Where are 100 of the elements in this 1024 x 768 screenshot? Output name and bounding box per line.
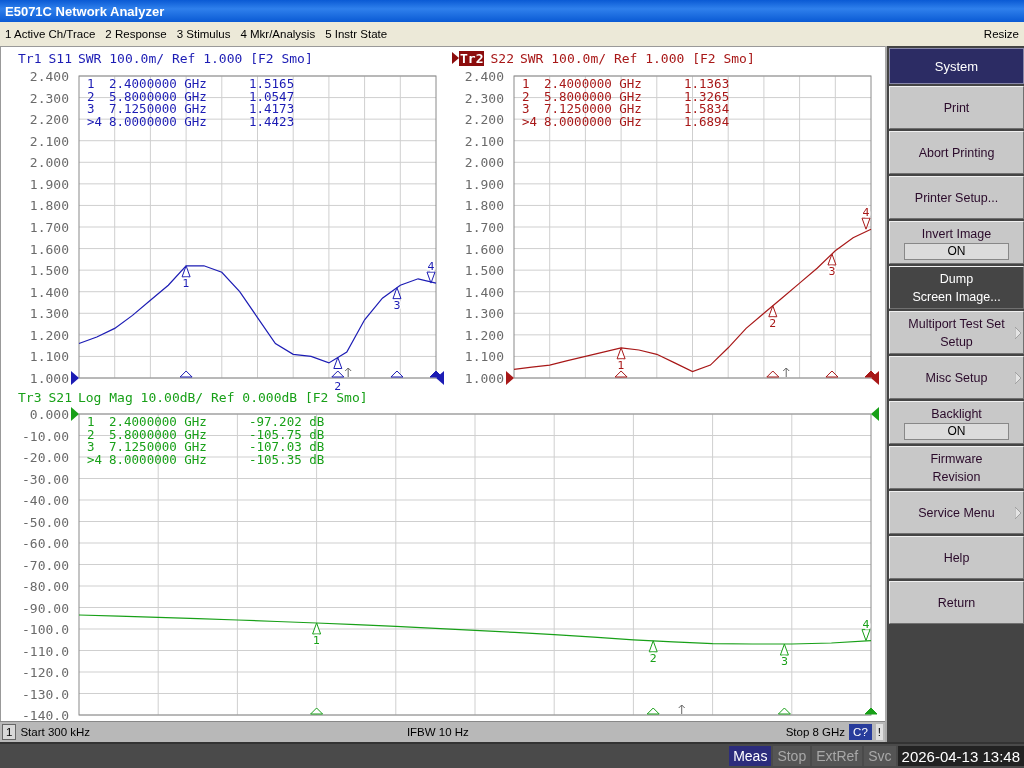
axis-tick-label: 1.100 [29, 349, 69, 365]
status-indicator: Meas [729, 746, 772, 766]
window-title: E5071C Network Analyzer [5, 3, 165, 19]
parameter-label: S22 [490, 50, 514, 66]
warning-indicator: ! [875, 724, 883, 740]
softkey-button[interactable]: Firmware Revision [889, 446, 1024, 489]
status-indicator: Stop [773, 746, 811, 766]
softkey-button[interactable]: Printer Setup... [889, 176, 1024, 219]
marker-value: -107.03 dB [249, 441, 325, 455]
marker-label: 2 [769, 316, 777, 330]
axis-tick-label: -120.0 [22, 665, 69, 680]
softkey-button[interactable]: Dump Screen Image... [889, 266, 1024, 309]
toggle-value: ON [904, 423, 1009, 440]
marker-number: 2 [522, 90, 531, 104]
marker-number: 3 [87, 103, 96, 117]
trace-label[interactable]: Tr3 [17, 389, 43, 405]
trace-label[interactable]: Tr1 [17, 50, 43, 66]
start-frequency: Start 300 kHz [20, 726, 91, 738]
menu-item[interactable]: 2 Response [100, 28, 172, 40]
marker-value: -105.35 dB [249, 454, 325, 467]
axis-tick-label: 1.200 [29, 327, 69, 343]
softkey-button[interactable]: Misc Setup [889, 356, 1024, 399]
marker-frequency: 5.8000000 GHz [109, 90, 208, 104]
softkey-button[interactable]: Print [889, 86, 1024, 129]
axis-tick-label: 1.400 [29, 284, 69, 300]
softkey-button[interactable]: Invert Image ON [889, 221, 1024, 264]
axis-tick-label: -130.0 [22, 686, 69, 702]
axis-tick-label: 1.800 [29, 198, 69, 214]
if-bandwidth: IFBW 10 Hz [406, 726, 469, 738]
marker-value: 1.4423 [249, 116, 295, 129]
marker-number: 2 [87, 90, 96, 104]
axis-tick-label: 1.100 [464, 349, 504, 365]
marker-value: 1.5165 [249, 78, 295, 91]
axis-tick-label: -90.00 [22, 600, 69, 616]
axis-tick-label: -60.00 [22, 536, 69, 551]
marker-number: 1 [87, 416, 96, 429]
axis-tick-label: 1.500 [29, 263, 69, 279]
marker-frequency: 2.4000000 GHz [544, 78, 643, 91]
marker-frequency: 5.8000000 GHz [109, 428, 208, 442]
axis-tick-label: -20.00 [22, 450, 69, 465]
axis-tick-label: -140.0 [22, 708, 69, 723]
menu-title: System [889, 48, 1024, 84]
status-indicator: ExtRef [812, 746, 863, 766]
menu-item[interactable]: 5 Instr State [320, 28, 393, 40]
toggle-value: ON [904, 243, 1009, 260]
status-indicator: Svc [864, 746, 896, 766]
marker-number: 2 [87, 428, 96, 442]
axis-tick-label: 1.000 [464, 371, 504, 386]
softkey-button[interactable]: Help [889, 536, 1024, 579]
axis-tick-label: 2.400 [29, 69, 69, 84]
resize-menu-item[interactable]: Resize [978, 28, 1024, 40]
marker-label: 3 [780, 655, 788, 669]
marker-frequency: 8.0000000 GHz [544, 116, 643, 129]
stop-frequency: Stop 8 GHz [785, 726, 846, 738]
calibration-status: C? [849, 724, 872, 740]
softkey-button[interactable]: Multiport Test Set Setup [889, 311, 1024, 354]
marker-label: 4 [427, 260, 435, 274]
axis-tick-label: 1.900 [464, 176, 504, 192]
softkey-button[interactable]: Abort Printing [889, 131, 1024, 174]
marker-number: 3 [522, 103, 531, 117]
marker-label: 3 [393, 298, 401, 312]
marker-label: 2 [649, 651, 657, 665]
marker-value: 1.3265 [684, 90, 730, 104]
axis-tick-label: 1.400 [464, 284, 504, 300]
axis-tick-label: -100.0 [22, 622, 69, 637]
axis-tick-label: 1.500 [464, 263, 504, 279]
menu-item[interactable]: 3 Stimulus [171, 28, 236, 40]
marker-frequency: 2.4000000 GHz [109, 416, 208, 429]
marker-number: 1 [522, 78, 531, 91]
marker-value: 1.5834 [684, 103, 730, 117]
channel-number: 1 [2, 724, 17, 740]
marker-number: 1 [87, 78, 96, 91]
marker-label: 4 [862, 206, 870, 220]
axis-tick-label: 1.000 [29, 371, 69, 386]
axis-tick-label: -30.00 [22, 471, 69, 487]
axis-tick-label: 2.100 [464, 133, 504, 149]
menu-item[interactable]: 4 Mkr/Analysis [235, 28, 321, 40]
axis-tick-label: -10.00 [22, 428, 69, 444]
menu-item[interactable]: 1 Active Ch/Trace [0, 28, 101, 40]
softkey-button[interactable]: Backlight ON [889, 401, 1024, 444]
marker-value: 1.4173 [249, 103, 295, 117]
axis-tick-label: 1.600 [29, 241, 69, 257]
marker-frequency: 5.8000000 GHz [544, 90, 643, 104]
axis-tick-label: 2.000 [464, 155, 504, 171]
parameter-label: S21 [48, 389, 72, 405]
date-time: 2026-04-13 13:48 [897, 746, 1024, 766]
marker-label: 1 [617, 358, 625, 372]
marker-number: >4 [522, 116, 539, 129]
marker-label: 4 [862, 617, 870, 631]
trace-settings: SWR 100.0m/ Ref 1.000 [F2 Smo] [519, 50, 755, 66]
softkey-button[interactable]: Service Menu [889, 491, 1024, 534]
axis-tick-label: 2.300 [464, 90, 504, 106]
softkey-button[interactable]: Return [889, 581, 1024, 624]
axis-tick-label: 2.400 [464, 69, 504, 84]
marker-number: 3 [87, 441, 96, 455]
marker-label: 3 [828, 264, 836, 278]
axis-tick-label: 1.700 [464, 220, 504, 235]
axis-tick-label: 1.300 [464, 306, 504, 322]
marker-frequency: 7.1250000 GHz [109, 103, 208, 117]
marker-frequency: 7.1250000 GHz [109, 441, 208, 455]
